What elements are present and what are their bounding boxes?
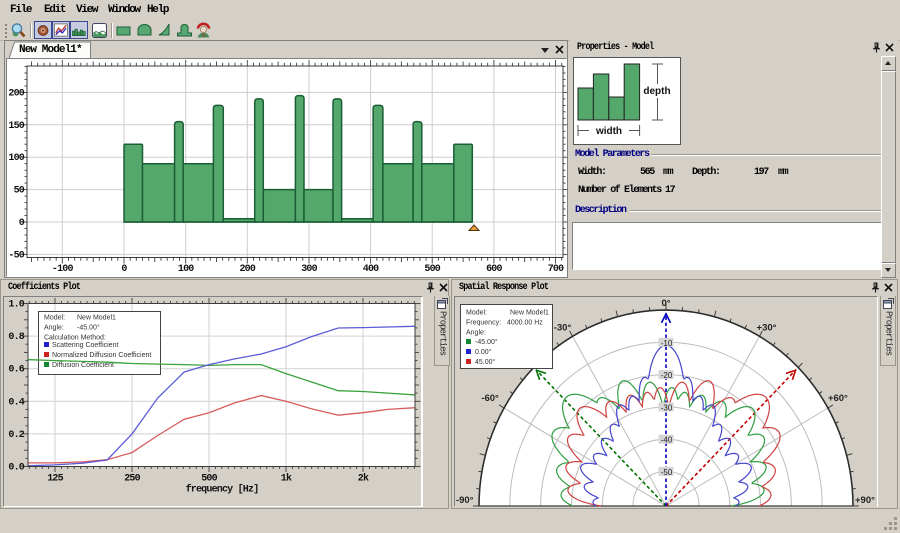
svg-text:200: 200: [8, 88, 24, 99]
svg-text:Model:: Model:: [466, 310, 487, 317]
svg-text:Frequency:: Frequency:: [466, 320, 501, 327]
svg-text:-45.00°: -45.00°: [77, 324, 100, 332]
svg-text:125: 125: [47, 474, 63, 485]
svg-text:New Model1: New Model1: [510, 310, 549, 317]
svg-text:150: 150: [8, 121, 24, 132]
svg-text:Angle:: Angle:: [44, 325, 64, 332]
svg-text:+30°: +30°: [757, 322, 777, 333]
svg-text:0.8: 0.8: [8, 332, 24, 343]
svg-text:Scattering Coefficient: Scattering Coefficient: [52, 342, 118, 349]
svg-text:-45.00°: -45.00°: [475, 338, 498, 346]
svg-text:-20: -20: [661, 371, 673, 380]
svg-text:width: width: [595, 126, 622, 137]
svg-text:-50: -50: [8, 250, 24, 261]
svg-text:-60°: -60°: [481, 393, 499, 404]
svg-text:1k: 1k: [281, 473, 292, 485]
svg-text:0.00°: 0.00°: [475, 348, 492, 356]
svg-text:0.6: 0.6: [8, 365, 24, 376]
svg-text:+90°: +90°: [855, 495, 875, 506]
svg-text:0°: 0°: [661, 298, 670, 309]
svg-text:500: 500: [201, 474, 217, 485]
svg-text:100: 100: [178, 264, 194, 275]
svg-text:-40: -40: [661, 436, 673, 445]
svg-text:400: 400: [363, 264, 379, 275]
svg-text:200: 200: [239, 264, 255, 275]
svg-text:-90°: -90°: [456, 495, 474, 506]
svg-text:500: 500: [424, 264, 440, 275]
svg-text:100: 100: [8, 153, 24, 164]
svg-text:0.0: 0.0: [8, 463, 24, 474]
svg-text:-10: -10: [661, 339, 673, 348]
svg-text:+60°: +60°: [828, 393, 848, 404]
svg-text:4000.00 Hz: 4000.00 Hz: [507, 320, 543, 327]
svg-text:600: 600: [486, 264, 502, 275]
svg-text:0.4: 0.4: [8, 397, 24, 408]
svg-text:0: 0: [19, 218, 25, 229]
svg-text:250: 250: [124, 474, 140, 485]
svg-text:Diffusion Coefficient: Diffusion Coefficient: [52, 362, 114, 369]
svg-text:-100: -100: [52, 264, 74, 275]
svg-text:700: 700: [548, 264, 564, 275]
svg-text:2k: 2k: [358, 473, 369, 485]
svg-text:0: 0: [121, 264, 127, 275]
svg-text:50: 50: [14, 186, 25, 197]
svg-text:depth: depth: [643, 86, 670, 97]
svg-text:300: 300: [301, 264, 317, 275]
svg-text:1.0: 1.0: [8, 300, 24, 311]
svg-text:New Model1: New Model1: [77, 315, 116, 322]
svg-text:45.00°: 45.00°: [475, 358, 496, 366]
svg-text:frequency [Hz]: frequency [Hz]: [186, 484, 259, 496]
svg-text:-30: -30: [661, 403, 673, 412]
svg-text:-30°: -30°: [554, 322, 572, 333]
svg-text:Angle:: Angle:: [466, 330, 486, 337]
svg-text:Normalized Diffusion Coefficie: Normalized Diffusion Coefficient: [52, 352, 151, 359]
svg-text:-50: -50: [661, 468, 673, 477]
svg-text:Calculation Method:: Calculation Method:: [44, 335, 106, 342]
svg-text:Model:: Model:: [44, 315, 65, 322]
svg-text:0.2: 0.2: [8, 430, 24, 441]
